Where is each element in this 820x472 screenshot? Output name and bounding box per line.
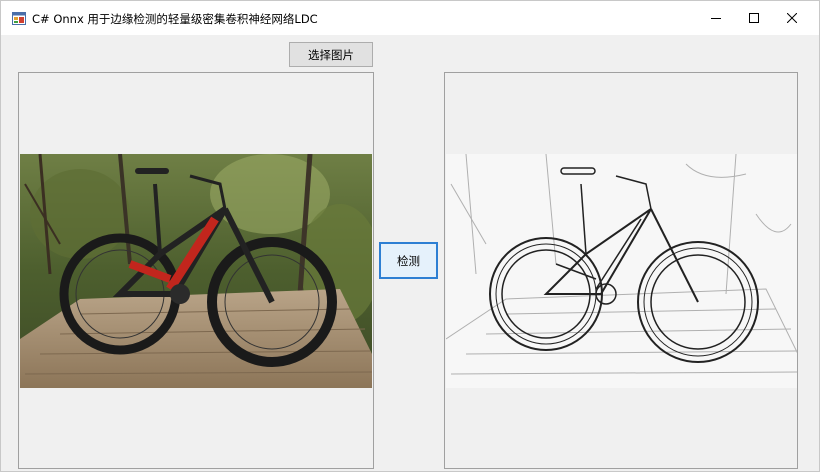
source-picture-box bbox=[18, 72, 374, 469]
source-bike-photo bbox=[20, 154, 372, 388]
window-title: C# Onnx 用于边缘检测的轻量级密集卷积神经网络LDC bbox=[32, 12, 318, 26]
detect-button[interactable]: 检测 bbox=[379, 242, 438, 279]
edge-detection-result bbox=[446, 154, 797, 388]
title-bar[interactable]: C# Onnx 用于边缘检测的轻量级密集卷积神经网络LDC bbox=[1, 1, 819, 35]
close-icon bbox=[787, 13, 797, 23]
minimize-icon bbox=[711, 18, 721, 19]
maximize-icon bbox=[749, 13, 759, 23]
minimize-button[interactable] bbox=[697, 1, 735, 35]
select-image-button[interactable]: 选择图片 bbox=[289, 42, 373, 67]
close-button[interactable] bbox=[773, 1, 811, 35]
maximize-button[interactable] bbox=[735, 1, 773, 35]
main-window: C# Onnx 用于边缘检测的轻量级密集卷积神经网络LDC 选择图片 检测 bbox=[0, 0, 820, 472]
result-picture-box bbox=[444, 72, 798, 469]
app-window-icon bbox=[12, 12, 26, 25]
